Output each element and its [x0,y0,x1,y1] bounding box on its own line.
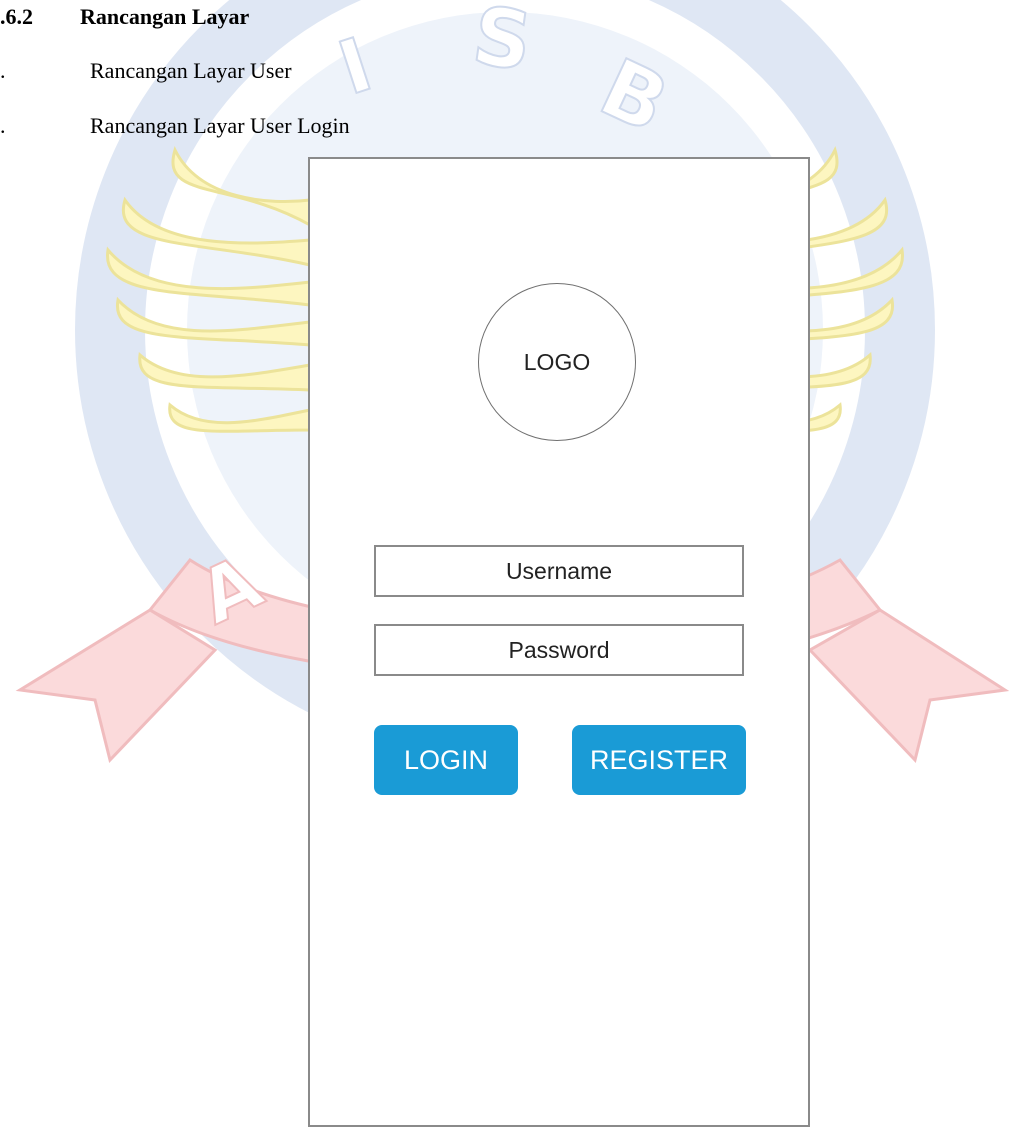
username-field[interactable]: Username [374,545,744,597]
login-screen-mockup: LOGO Username Password LOGIN REGISTER [308,157,810,1127]
username-placeholder: Username [505,557,613,584]
section-number: .6.2 [0,4,33,29]
password-placeholder: Password [508,636,610,663]
section-heading: .6.2 Rancangan Layar [0,4,249,30]
login-button-label: LOGIN [403,744,489,775]
list-item-text: Rancangan Layar User Login [90,113,350,138]
section-title: Rancangan Layar [80,4,250,29]
register-button[interactable]: REGISTER [572,725,746,795]
login-button[interactable]: LOGIN [374,725,518,795]
list-item-marker: . [0,58,6,83]
list-item-text: Rancangan Layar User [90,58,292,83]
list-item: . Rancangan Layar User Login [0,113,350,139]
logo-placeholder: LOGO [478,283,636,441]
logo-label: LOGO [523,348,591,375]
list-item-marker: . [0,113,6,138]
list-item: . Rancangan Layar User [0,58,292,84]
register-button-label: REGISTER [589,744,729,775]
password-field[interactable]: Password [374,624,744,676]
